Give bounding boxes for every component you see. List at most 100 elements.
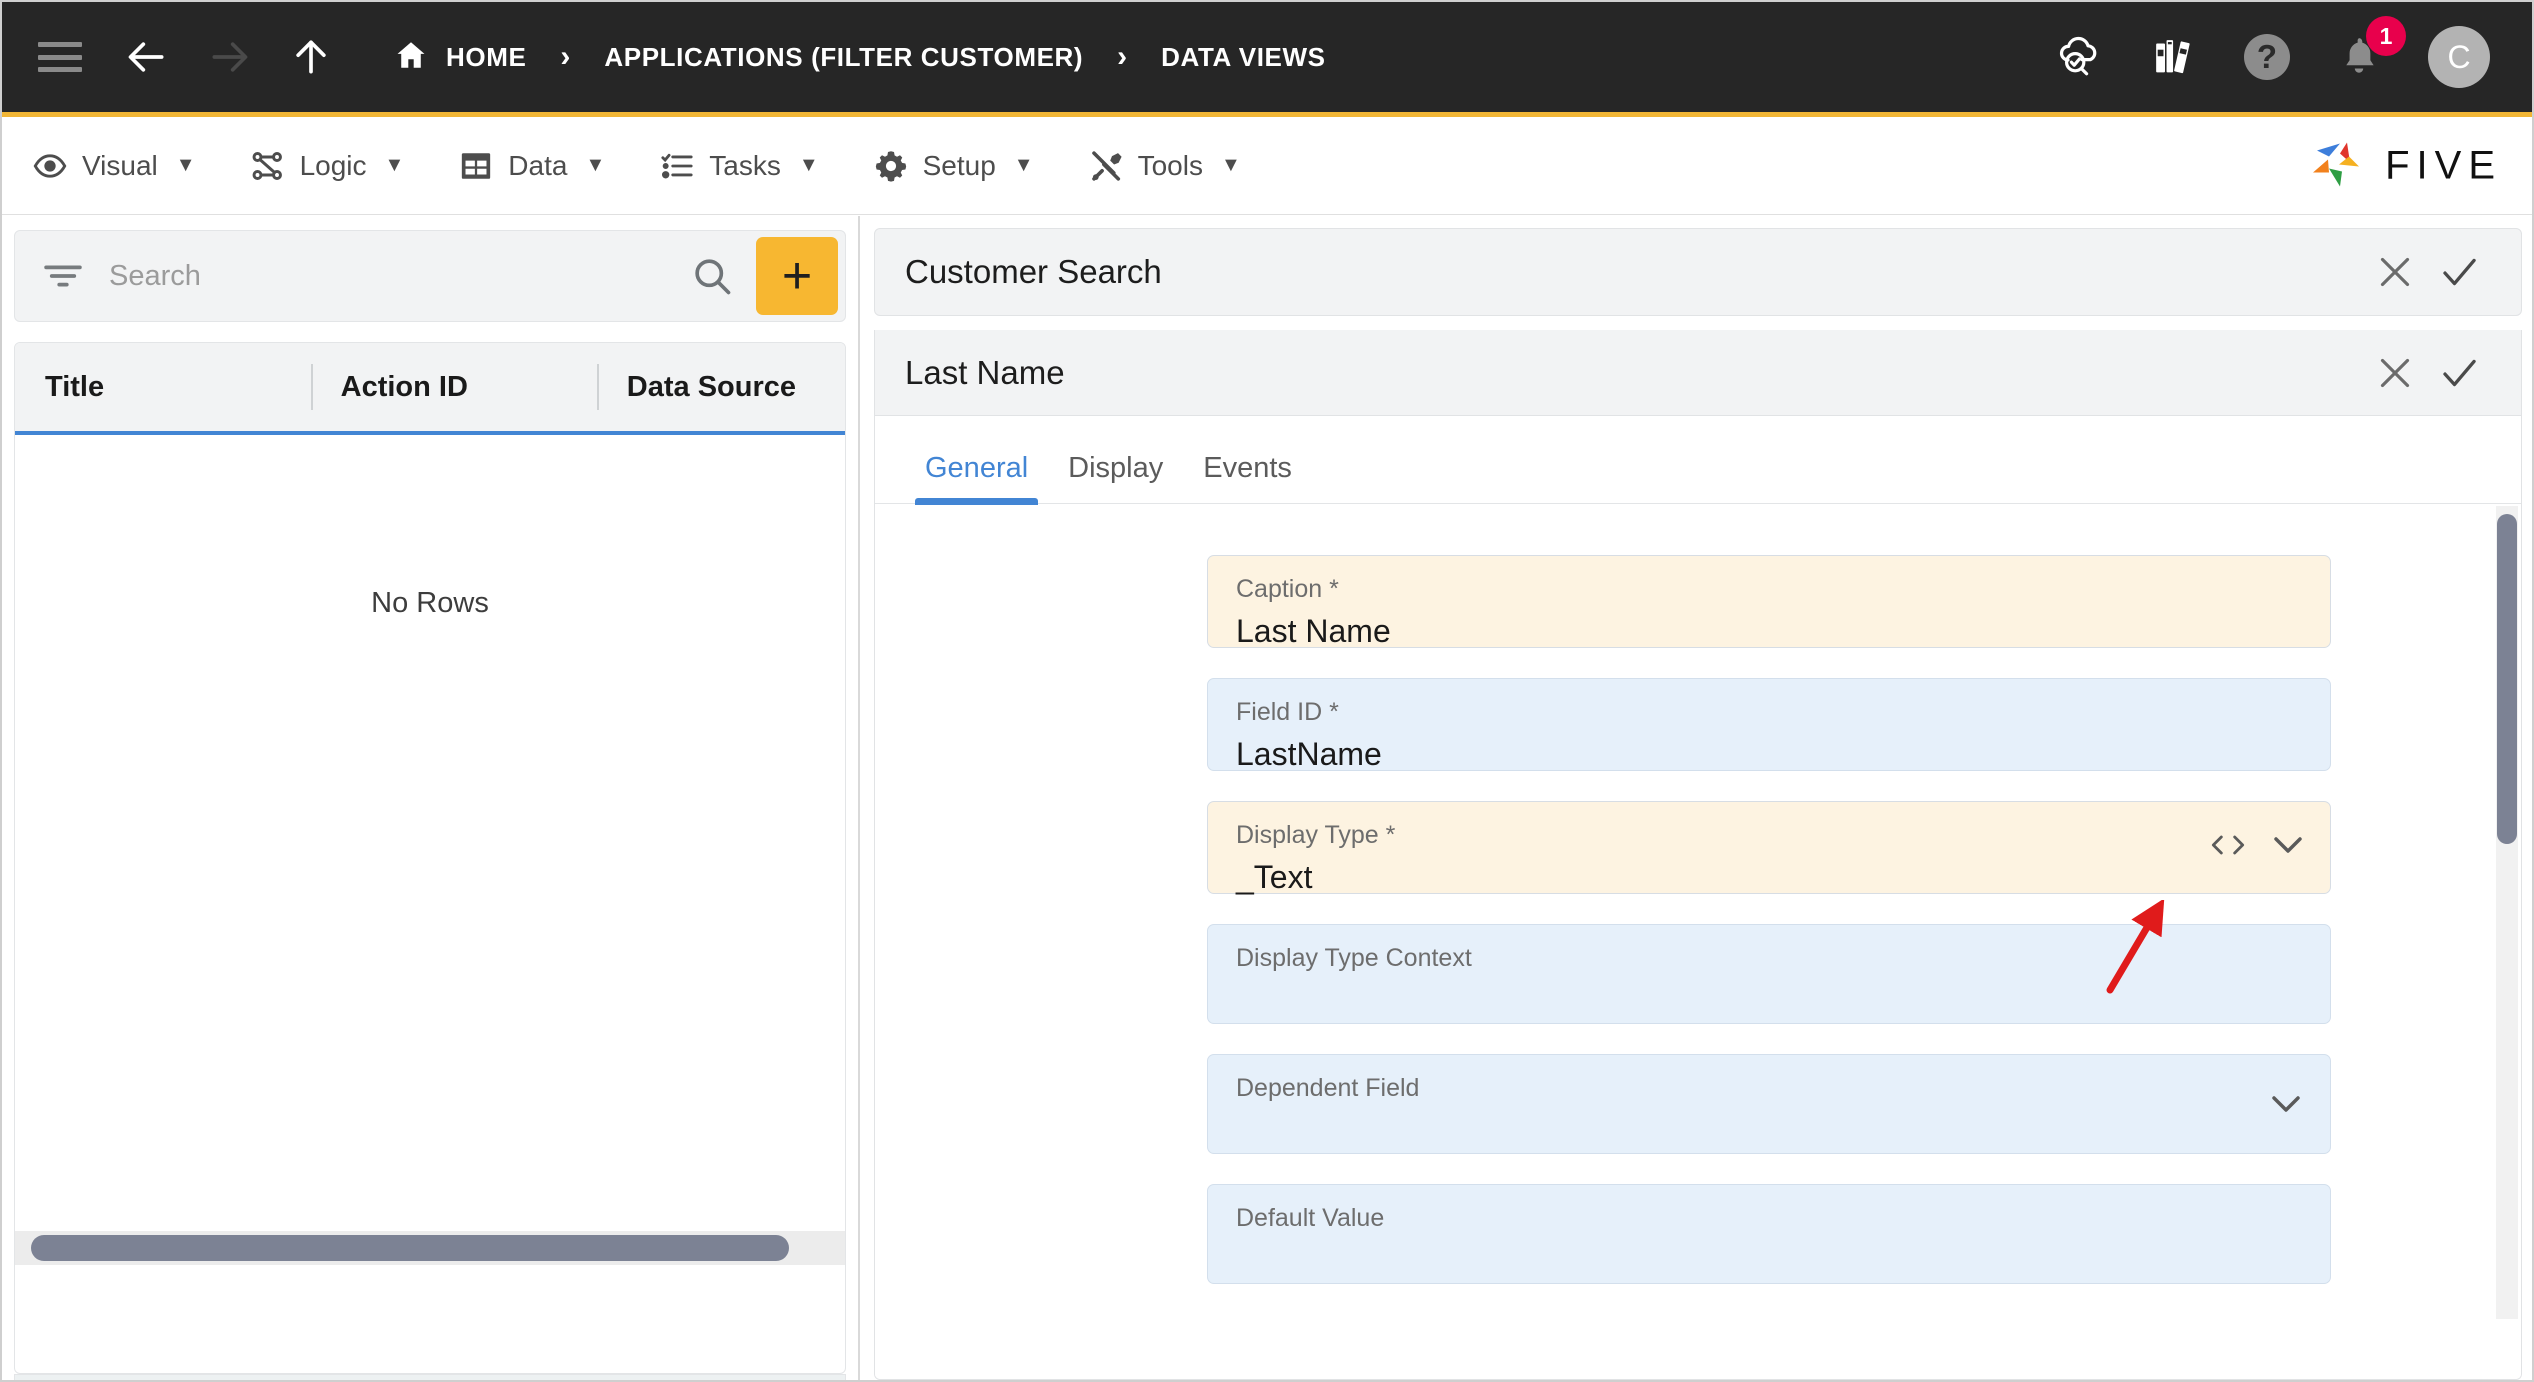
arrow-right-icon[interactable] (206, 34, 252, 80)
user-avatar[interactable]: C (2428, 26, 2490, 88)
customer-search-section: Customer Search (874, 228, 2522, 316)
menu-item-tools[interactable]: Tools ▼ (1088, 148, 1241, 184)
grid-horizontal-scrollbar-thumb[interactable] (31, 1235, 789, 1261)
grid-horizontal-scrollbar[interactable] (15, 1231, 845, 1265)
dependent-field-label: Dependent Field (1236, 1074, 1420, 1102)
breadcrumb-item-home[interactable]: HOME (394, 38, 526, 77)
field-id-field[interactable]: Field ID * LastName (1207, 678, 2331, 772)
topbar-action-group: ? 1 C (2054, 16, 2510, 88)
default-value-value (1236, 1241, 2302, 1281)
grid-column-data-source[interactable]: Data Source (597, 371, 845, 404)
data-views-list-panel: + Title Action ID Data Source No Rows (2, 216, 858, 1380)
breadcrumb-separator: › (560, 40, 571, 73)
menu-item-tasks[interactable]: Tasks ▼ (659, 148, 819, 184)
default-value-field[interactable]: Default Value (1207, 1184, 2331, 1284)
dependent-field-adornments (2268, 1091, 2304, 1117)
grid-column-title[interactable]: Title (15, 371, 311, 404)
plus-icon: + (781, 247, 813, 305)
chevron-down-icon: ▼ (798, 154, 819, 176)
dependent-field-field[interactable]: Dependent Field (1207, 1054, 2331, 1154)
menu-item-visual[interactable]: Visual ▼ (32, 148, 196, 184)
form-vertical-scrollbar-thumb[interactable] (2497, 514, 2517, 844)
last-name-title: Last Name (905, 353, 1065, 391)
display-type-chevron-down-icon[interactable] (2270, 832, 2306, 858)
general-tab-form: Caption * Last Name Field ID * LastName … (875, 505, 2521, 1379)
code-icon[interactable] (2208, 830, 2248, 860)
data-views-grid: Title Action ID Data Source No Rows (14, 342, 846, 1374)
breadcrumb-label-home: HOME (446, 41, 527, 72)
confirm-check-icon[interactable] (2427, 341, 2491, 405)
chevron-down-icon: ▼ (384, 154, 405, 176)
table-grid-icon (458, 148, 494, 184)
record-editor-panel: Customer Search Last Name General Displa… (864, 216, 2532, 1380)
arrow-left-icon[interactable] (124, 34, 170, 80)
menu-item-logic[interactable]: Logic ▼ (250, 148, 405, 184)
search-input[interactable] (107, 258, 684, 294)
menu-label-logic: Logic (299, 149, 367, 181)
chevron-down-icon: ▼ (175, 154, 196, 176)
grid-empty-message: No Rows (371, 587, 489, 619)
tab-display[interactable]: Display (1048, 452, 1183, 503)
menu-item-data[interactable]: Data ▼ (458, 148, 605, 184)
top-navigation-bar: HOME › APPLICATIONS (FILTER CUSTOMER) › … (2, 2, 2532, 112)
caption-field-label: Caption * (1236, 575, 1339, 603)
application-window: HOME › APPLICATIONS (FILTER CUSTOMER) › … (0, 0, 2534, 1382)
add-data-view-button[interactable]: + (756, 237, 838, 315)
arrow-up-icon[interactable] (288, 34, 334, 80)
display-type-context-field[interactable]: Display Type Context (1207, 924, 2331, 1024)
customer-search-title: Customer Search (905, 253, 1162, 290)
brand-logo: FIVE (2307, 134, 2502, 197)
notifications-bell-icon[interactable]: 1 (2334, 16, 2406, 82)
display-type-context-value (1236, 981, 2302, 1021)
grid-header-row: Title Action ID Data Source (15, 343, 845, 435)
home-icon (394, 38, 428, 77)
books-icon[interactable] (2150, 32, 2200, 82)
checklist-icon (659, 148, 695, 184)
display-type-adornments (2208, 830, 2306, 860)
chevron-down-icon: ▼ (1220, 154, 1241, 176)
menu-label-data: Data (508, 149, 568, 181)
grid-body: No Rows (15, 435, 845, 1265)
chevron-down-icon: ▼ (1013, 154, 1034, 176)
display-type-field[interactable]: Display Type * _Text (1207, 801, 2331, 895)
five-pinwheel-icon (2307, 134, 2369, 197)
grid-column-action-id[interactable]: Action ID (311, 371, 597, 404)
customer-search-header: Customer Search (875, 229, 2521, 315)
brand-name: FIVE (2385, 143, 2502, 187)
gear-icon (873, 148, 909, 184)
last-name-field-editor: Last Name General Display Events Caption… (874, 330, 2522, 1380)
close-icon[interactable] (2363, 240, 2427, 304)
close-icon[interactable] (2363, 341, 2427, 405)
display-type-label: Display Type * (1236, 821, 1396, 849)
menu-label-tools: Tools (1137, 149, 1203, 181)
menu-label-tasks: Tasks (709, 149, 781, 181)
display-type-context-label: Display Type Context (1236, 944, 1472, 972)
help-icon[interactable]: ? (2244, 34, 2290, 80)
dependent-field-value (1236, 1111, 2302, 1151)
cloud-check-icon[interactable] (2054, 31, 2106, 83)
tab-events[interactable]: Events (1183, 452, 1312, 503)
breadcrumb-separator: › (1117, 40, 1128, 73)
display-type-value: _Text (1236, 859, 1313, 895)
logic-nodes-icon (250, 148, 286, 184)
menu-item-setup[interactable]: Setup ▼ (873, 148, 1034, 184)
confirm-check-icon[interactable] (2427, 240, 2491, 304)
breadcrumb-item-applications[interactable]: APPLICATIONS (FILTER CUSTOMER) (604, 42, 1083, 73)
caption-field-value: Last Name (1236, 613, 1391, 649)
menu-label-setup: Setup (922, 149, 996, 181)
last-name-header: Last Name (875, 330, 2521, 416)
dependent-field-chevron-down-icon[interactable] (2268, 1091, 2304, 1117)
caption-field[interactable]: Caption * Last Name (1207, 555, 2331, 649)
tab-general[interactable]: General (905, 452, 1048, 505)
filter-icon[interactable] (41, 261, 85, 291)
search-icon[interactable] (684, 248, 740, 304)
eye-icon (32, 148, 68, 184)
application-menu-bar: Visual ▼ Logic ▼ Data ▼ Tasks ▼ Setup ▼ … (2, 117, 2532, 215)
breadcrumb-item-data-views[interactable]: DATA VIEWS (1161, 42, 1325, 73)
tools-icon (1088, 148, 1124, 184)
default-value-label: Default Value (1236, 1204, 1385, 1232)
field-id-value: LastName (1236, 736, 1382, 772)
hamburger-icon[interactable] (38, 42, 82, 72)
notification-badge-count: 1 (2366, 16, 2406, 56)
field-id-label: Field ID * (1236, 698, 1339, 726)
